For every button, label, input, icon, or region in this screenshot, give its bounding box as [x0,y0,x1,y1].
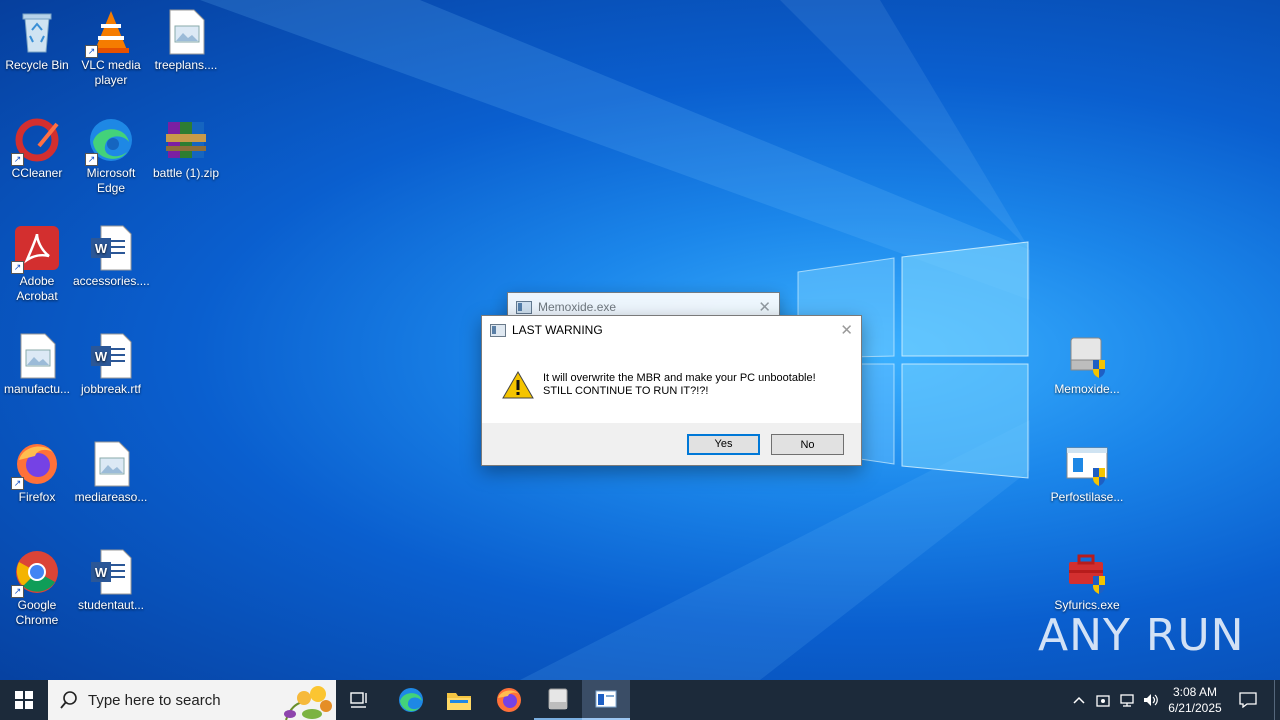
desktop-icon-label: treeplans.... [154,58,218,72]
edge-icon [399,688,423,712]
close-icon[interactable]: ✕ [840,321,853,339]
desktop-icon-label: Memoxide... [1054,382,1120,396]
firefox-icon: ↗ [11,440,61,490]
desktop-icon-label: jobbreak.rtf [80,382,142,396]
memoxide-title: Memoxide.exe [538,300,617,314]
taskbar-file-explorer[interactable] [435,680,483,720]
search-icon [60,691,77,709]
windows-start-icon [15,691,33,709]
vlc-icon: ↗ [85,8,135,58]
firefox-icon [497,688,521,712]
desktop-icon-treeplans[interactable]: treeplans.... [148,2,224,73]
dialog-title: LAST WARNING [512,323,603,337]
tray-volume-icon[interactable] [1140,680,1162,720]
anyrun-watermark: ANY RUN [1038,610,1245,661]
search-box[interactable]: Type here to search [48,680,336,720]
word-file-icon: W [87,548,135,596]
warning-icon [502,371,534,399]
tray-overflow-chevron-icon[interactable] [1068,680,1090,720]
desktop-icon-label: battle (1).zip [152,166,220,180]
acrobat-icon: ↗ [11,224,61,274]
desktop-icon-label: Firefox [18,490,56,504]
desktop-icon-ccleaner[interactable]: ↗ CCleaner [0,110,75,181]
dialog-message-line1: It will overwrite the MBR and make your … [543,372,816,384]
desktop-icon-edge[interactable]: ↗ Microsoft Edge [73,110,149,196]
desktop-icon-syfurics[interactable]: Syfurics.exe [1049,542,1125,613]
yes-button[interactable]: Yes [687,434,760,455]
desktop-icon-mediareaso[interactable]: mediareaso... [73,434,149,505]
svg-text:W: W [95,241,108,256]
desktop-icon-perfostilase[interactable]: Perfostilase... [1049,434,1125,505]
desktop-icon-label: Recycle Bin [5,58,69,72]
show-desktop-button[interactable] [1274,680,1280,720]
action-center-button[interactable] [1234,680,1262,720]
dialog-message-line2: STILL CONTINUE TO RUN IT?!?! [543,385,709,397]
app-window-icon [516,300,532,314]
desktop-icon-adobe-acrobat[interactable]: ↗ Adobe Acrobat [0,218,75,304]
taskbar-firefox[interactable] [485,680,533,720]
toolbox-shield-icon [1063,548,1111,596]
winrar-icon [162,116,210,164]
recycle-bin-icon [13,8,61,56]
desktop-icon-label: mediareaso... [74,490,148,504]
drive-icon [548,688,568,710]
word-file-icon: W [87,224,135,272]
clock-date: 6/21/2025 [1168,701,1222,715]
app-window-icon [595,690,617,708]
taskbar-clock[interactable]: 3:08 AM 6/21/2025 [1160,684,1230,716]
image-file-icon [162,8,210,56]
desktop-icon-firefox[interactable]: ↗ Firefox [0,434,75,505]
desktop-icon-label: CCleaner [11,166,63,180]
folder-icon [447,693,471,710]
drive-shield-icon [1063,332,1111,380]
start-button[interactable] [0,680,48,720]
desktop-icon-label: Perfostilase... [1050,490,1124,504]
desktop-icon-label: Microsoft Edge [86,166,136,195]
taskbar-edge[interactable] [387,680,435,720]
desktop-icon-manufactu[interactable]: manufactu... [0,326,75,397]
desktop-icon-jobbreak[interactable]: W jobbreak.rtf [73,326,149,397]
taskbar-memoxide[interactable] [534,680,582,720]
desktop-icon-label: Adobe Acrobat [16,274,58,303]
ccleaner-icon: ↗ [11,116,61,166]
clock-time: 3:08 AM [1172,685,1218,699]
desktop-icon-vlc[interactable]: ↗ VLC media player [73,2,149,88]
desktop-icon-studentaut[interactable]: W studentaut... [73,542,149,613]
desktop-icon-label: accessories.... [73,274,150,288]
search-placeholder: Type here to search [88,691,221,709]
desktop-icon-label: studentaut... [77,598,145,612]
desktop-icon-accessories[interactable]: W accessories.... [73,218,150,289]
desktop-icon-recycle-bin[interactable]: Recycle Bin [0,2,75,73]
desktop-icon-label: Google Chrome [15,598,59,627]
svg-text:W: W [95,565,108,580]
notification-icon [1239,692,1257,708]
dialog-button-bar: Yes No [482,423,861,465]
desktop-icon-label: VLC media player [81,58,141,87]
word-file-icon: W [87,332,135,380]
search-highlight-flowers-icon [284,686,332,720]
chrome-icon: ↗ [11,548,61,598]
dialog-titlebar[interactable]: LAST WARNING ✕ [482,316,861,344]
tray-security-icon[interactable] [1092,680,1114,720]
edge-icon: ↗ [85,116,135,166]
svg-text:W: W [95,349,108,364]
task-view-button[interactable] [336,680,384,720]
installer-shield-icon [1063,440,1111,488]
desktop-icon-battle-zip[interactable]: battle (1).zip [148,110,224,181]
desktop-icon-google-chrome[interactable]: ↗ Google Chrome [0,542,75,628]
image-file-icon [13,332,61,380]
desktop: Recycle Bin ↗ VLC media player treeplans… [0,0,1280,680]
tray-network-icon[interactable] [1116,680,1138,720]
last-warning-dialog[interactable]: LAST WARNING ✕ It will overwrite the MBR… [481,315,862,466]
desktop-icon-memoxide[interactable]: Memoxide... [1049,326,1125,397]
taskbar: Type here to search 3:08 AM 6/21/2025 [0,680,1280,720]
desktop-icon-label: manufactu... [3,382,71,396]
close-icon[interactable]: ✕ [758,298,771,316]
no-button[interactable]: No [771,434,844,455]
image-file-icon [87,440,135,488]
dialog-body: It will overwrite the MBR and make your … [482,344,861,423]
task-view-icon [350,692,367,708]
taskbar-warning-dialog[interactable] [582,680,630,720]
app-window-icon [490,323,506,337]
